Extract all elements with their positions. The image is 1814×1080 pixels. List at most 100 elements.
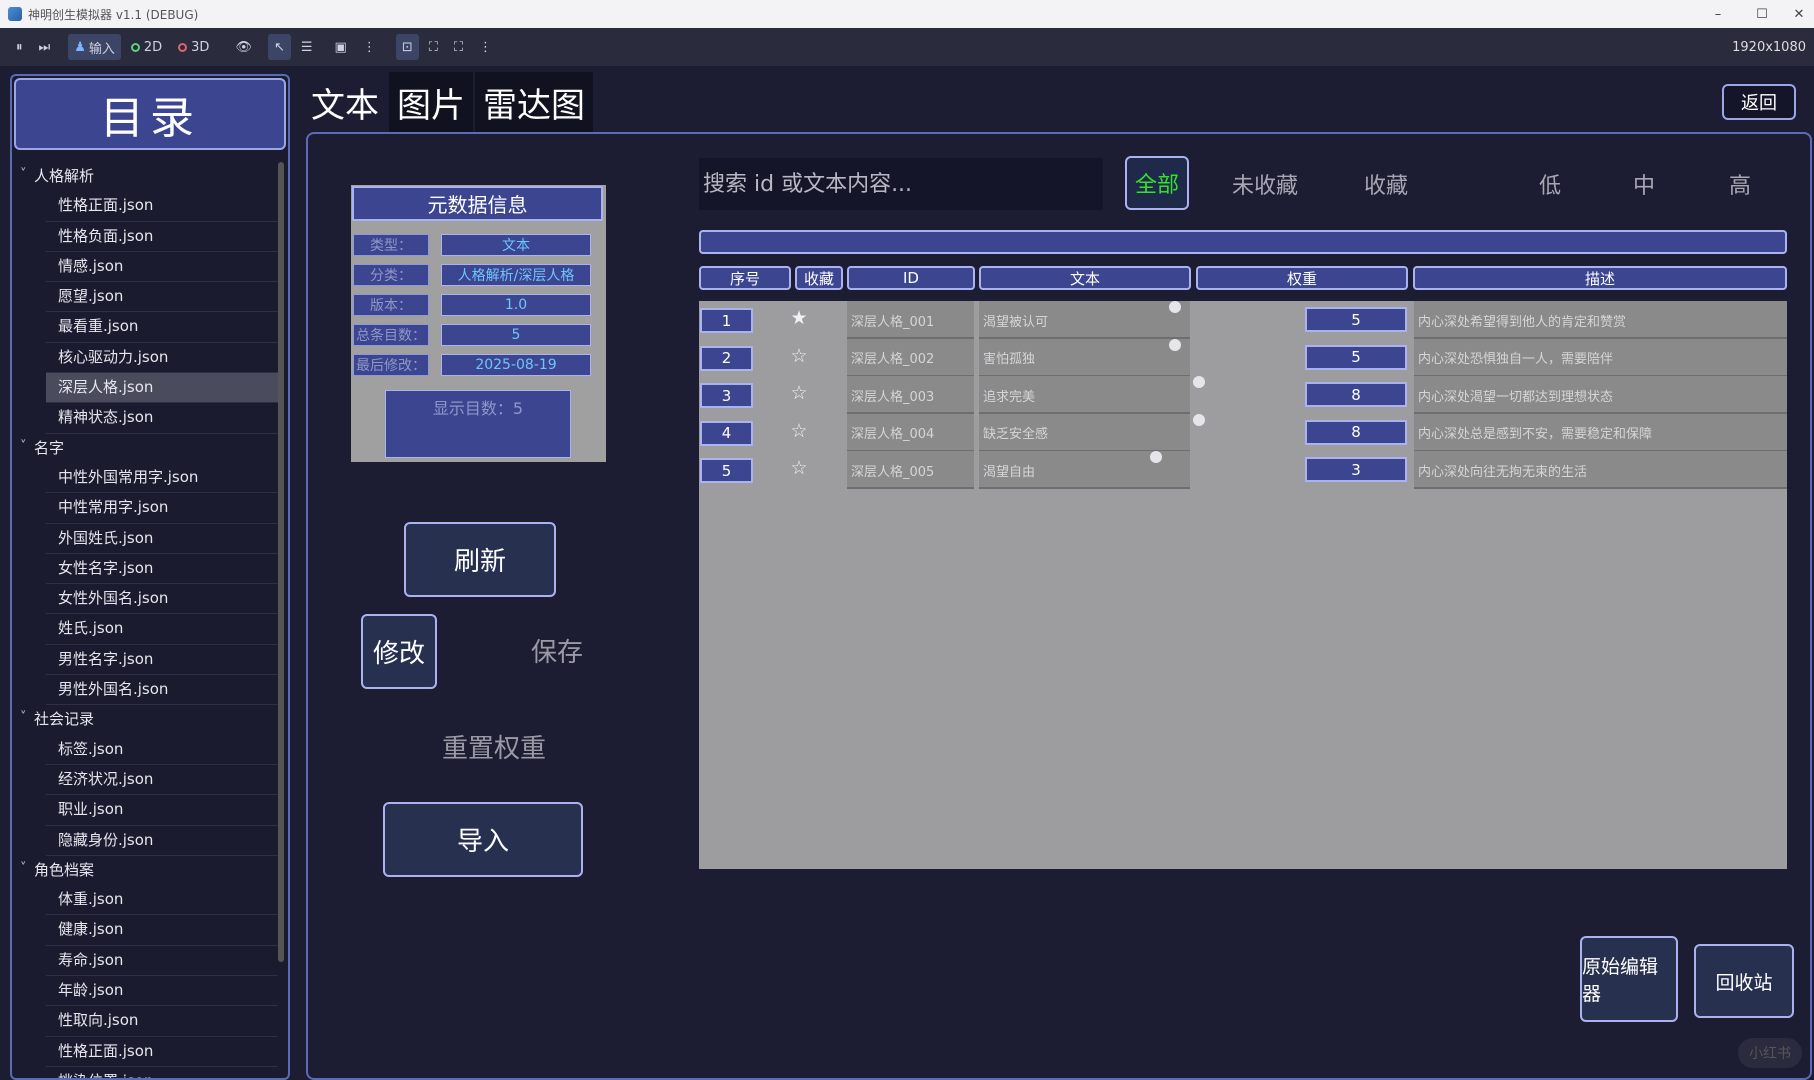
tree-file-item[interactable]: 寿命.json [46,946,278,977]
tree-file-item[interactable]: 隐藏身份.json [46,826,278,856]
header-num[interactable]: 序号 [699,266,791,290]
tree-category[interactable]: 名字 [16,432,278,463]
tree-file-item[interactable]: 性格正面.json [46,1037,278,1067]
fullscreen-icon[interactable]: ⛶ [448,34,469,60]
tree-file-item[interactable]: 中性常用字.json [46,493,278,524]
more-icon[interactable]: ⋮ [473,34,498,60]
weight-slider-knob[interactable] [1193,413,1205,426]
tree-file-item[interactable]: 性取向.json [46,1006,278,1037]
filter-low-button[interactable]: 低 [1532,158,1568,210]
weight-slider-knob[interactable] [1169,338,1181,351]
filter-favorited-button[interactable]: 收藏 [1354,158,1418,210]
tree-file-item[interactable]: 精神状态.json [46,403,278,434]
weight-slider-knob[interactable] [1169,301,1181,313]
header-desc[interactable]: 描述 [1413,266,1787,290]
header-weight[interactable]: 权重 [1196,266,1408,290]
header-fav[interactable]: 收藏 [795,266,843,290]
refresh-button[interactable]: 刷新 [404,522,556,597]
favorite-star-icon[interactable]: ☆ [789,345,809,373]
table-toolbar [699,230,1787,254]
tree-file-item[interactable]: 体重.json [46,885,278,916]
tab-text[interactable]: 文本 [303,72,387,132]
close-button[interactable]: ✕ [1784,0,1814,28]
raw-editor-button[interactable]: 原始编辑器 [1580,936,1678,1022]
tree-file-item[interactable]: 愿望.json [46,282,278,313]
minimize-button[interactable]: – [1698,0,1738,28]
cursor-icon[interactable]: ↖ [267,34,291,60]
step-icon[interactable]: ⏭ [33,34,57,60]
table-row[interactable]: 2 ☆ 深层人格_002 害怕孤独 5 内心深处恐惧独自一人，需要陪伴 [699,338,1787,379]
row-number: 3 [700,383,753,408]
mode-2d-button[interactable]: 2D [125,34,168,60]
expand-icon[interactable]: ⛶ [423,34,444,60]
tree-file-item[interactable]: 职业.json [46,795,278,826]
save-button[interactable]: 保存 [510,620,604,680]
eye-icon[interactable]: 👁 [229,34,258,60]
more-icon[interactable]: ⋮ [357,34,382,60]
search-input[interactable] [699,158,1103,210]
window-titlebar: 神明创生模拟器 v1.1 (DEBUG) – ☐ ✕ [0,0,1814,28]
tab-radar[interactable]: 雷达图 [475,72,593,132]
list-icon[interactable]: ☰ [295,34,319,60]
favorite-star-icon[interactable]: ★ [789,307,809,335]
weight-slider-knob[interactable] [1193,376,1205,388]
recycle-bin-button[interactable]: 回收站 [1694,944,1794,1018]
tree-file-item[interactable]: 经济状况.json [46,765,278,796]
tree-file-item[interactable]: 中性外国常用字.json [46,463,278,494]
weight-slider-knob[interactable] [1150,451,1162,463]
table-row[interactable]: 4 ☆ 深层人格_004 缺乏安全感 8 内心深处总是感到不安，需要稳定和保障 [699,413,1787,454]
table-row[interactable]: 1 ★ 深层人格_001 渴望被认可 5 内心深处希望得到他人的肯定和赞赏 [699,301,1787,341]
back-button[interactable]: 返回 [1722,84,1796,120]
display-count: 显示目数：5 [385,390,571,458]
row-weight[interactable]: 8 [1305,382,1407,407]
edit-button[interactable]: 修改 [361,614,437,689]
input-mode-button[interactable]: ♟ 输入 [68,34,121,60]
header-id[interactable]: ID [847,266,975,290]
tab-image[interactable]: 图片 [389,72,473,132]
tree-file-item[interactable]: 挑染位置.json [46,1067,278,1078]
tree-file-item[interactable]: 年龄.json [46,976,278,1007]
filter-mid-button[interactable]: 中 [1626,158,1662,210]
tree-file-item[interactable]: 深层人格.json [46,373,278,404]
tree-category[interactable]: 人格解析 [16,160,278,191]
sidebar-scrollbar[interactable] [278,162,284,962]
camera-icon[interactable]: ▣ [329,34,353,60]
filter-all-button[interactable]: 全部 [1125,156,1189,210]
metadata-title: 元数据信息 [352,186,603,221]
favorite-star-icon[interactable]: ☆ [789,420,809,448]
filter-unfavorited-button[interactable]: 未收藏 [1222,158,1308,210]
tree-file-item[interactable]: 外国姓氏.json [46,524,278,554]
tree-file-item[interactable]: 情感.json [46,252,278,283]
header-text[interactable]: 文本 [979,266,1191,290]
row-weight[interactable]: 8 [1305,419,1407,445]
tree-file-item[interactable]: 核心驱动力.json [46,343,278,374]
table-row[interactable]: 3 ☆ 深层人格_003 追求完美 8 内心深处渴望一切都达到理想状态 [699,376,1787,416]
favorite-star-icon[interactable]: ☆ [789,382,809,410]
tree-file-item[interactable]: 男性名字.json [46,645,278,676]
row-weight[interactable]: 5 [1305,307,1407,332]
table-row[interactable]: 5 ☆ 深层人格_005 渴望自由 3 内心深处向往无拘无束的生活 [699,451,1787,491]
tree-file-item[interactable]: 男性外国名.json [46,675,278,706]
tree-file-item[interactable]: 女性外国名.json [46,584,278,615]
tree-file-item[interactable]: 女性名字.json [46,554,278,585]
tree-file-item[interactable]: 最看重.json [46,312,278,343]
maximize-button[interactable]: ☐ [1742,0,1782,28]
row-weight[interactable]: 5 [1305,344,1407,370]
tab-bar: 文本 图片 雷达图 [303,72,595,134]
tree-category[interactable]: 角色档案 [16,854,278,885]
tree-file-item[interactable]: 性格正面.json [46,191,278,222]
pause-icon[interactable]: ⏸ [10,34,29,60]
row-number: 1 [700,308,753,333]
fit-view-icon[interactable]: ⊡ [395,34,419,60]
filter-high-button[interactable]: 高 [1722,158,1758,210]
mode-3d-button[interactable]: 3D [172,34,215,60]
tree-category[interactable]: 社会记录 [16,703,278,734]
reset-weight-button[interactable]: 重置权重 [414,716,574,776]
tree-file-item[interactable]: 健康.json [46,915,278,946]
favorite-star-icon[interactable]: ☆ [789,457,809,485]
row-weight[interactable]: 3 [1305,457,1407,482]
tree-file-item[interactable]: 标签.json [46,735,278,765]
import-button[interactable]: 导入 [383,802,583,877]
tree-file-item[interactable]: 姓氏.json [46,614,278,645]
tree-file-item[interactable]: 性格负面.json [46,222,278,252]
